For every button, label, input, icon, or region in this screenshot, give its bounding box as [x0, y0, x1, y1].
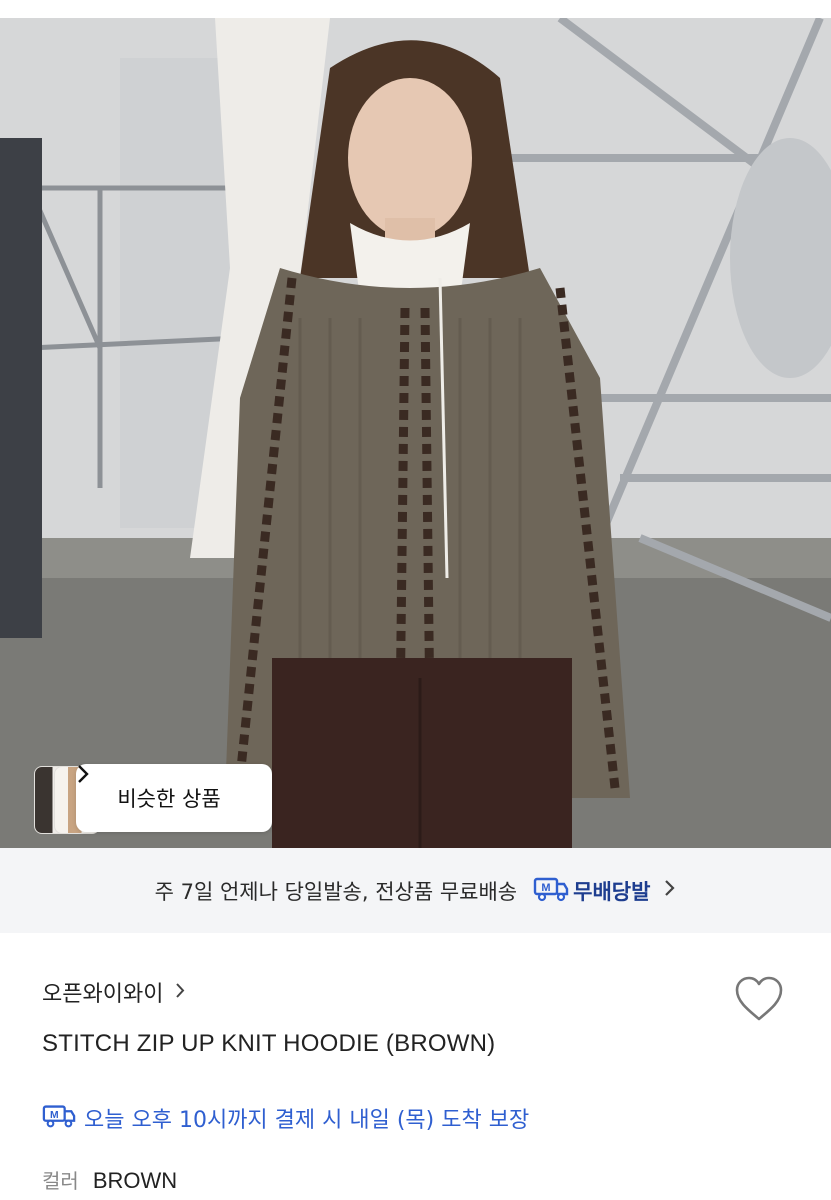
truck-m-icon: M — [533, 876, 569, 906]
chevron-right-icon — [664, 878, 676, 903]
product-photo[interactable]: 비슷한 상품 — [0, 18, 831, 848]
color-option: 컬러 BROWN — [42, 1165, 177, 1194]
color-option-label: 컬러 — [42, 1169, 79, 1193]
similar-products-label: 비슷한 상품 — [117, 787, 221, 811]
shipping-banner-text: 주 7일 언제나 당일발송, 전상품 무료배송 — [154, 879, 518, 904]
chevron-right-icon — [175, 980, 186, 1004]
delivery-guarantee-text: 오늘 오후 10시까지 결제 시 내일 (목) 도착 보장 — [84, 1108, 530, 1133]
heart-outline-icon[interactable] — [733, 975, 785, 1023]
product-name: STITCH ZIP UP KNIT HOODIE (BROWN) — [42, 1030, 496, 1057]
free-delivery-badge: M 무배당발 — [533, 876, 650, 906]
svg-text:M: M — [542, 882, 551, 894]
delivery-guarantee: M 오늘 오후 10시까지 결제 시 내일 (목) 도착 보장 — [42, 1102, 529, 1134]
brand-name: 오픈와이와이 — [42, 982, 164, 1007]
brand-link[interactable]: 오픈와이와이 — [42, 976, 186, 1008]
similar-products-button[interactable]: 비슷한 상품 — [76, 764, 272, 832]
product-photo-illustration — [0, 18, 831, 848]
free-delivery-badge-label: 무배당발 — [573, 879, 651, 904]
svg-text:M: M — [50, 1110, 59, 1121]
color-option-value: BROWN — [92, 1168, 178, 1193]
shipping-banner[interactable]: 주 7일 언제나 당일발송, 전상품 무료배송 M 무배당발 — [0, 848, 831, 933]
truck-m-icon: M — [42, 1103, 76, 1133]
